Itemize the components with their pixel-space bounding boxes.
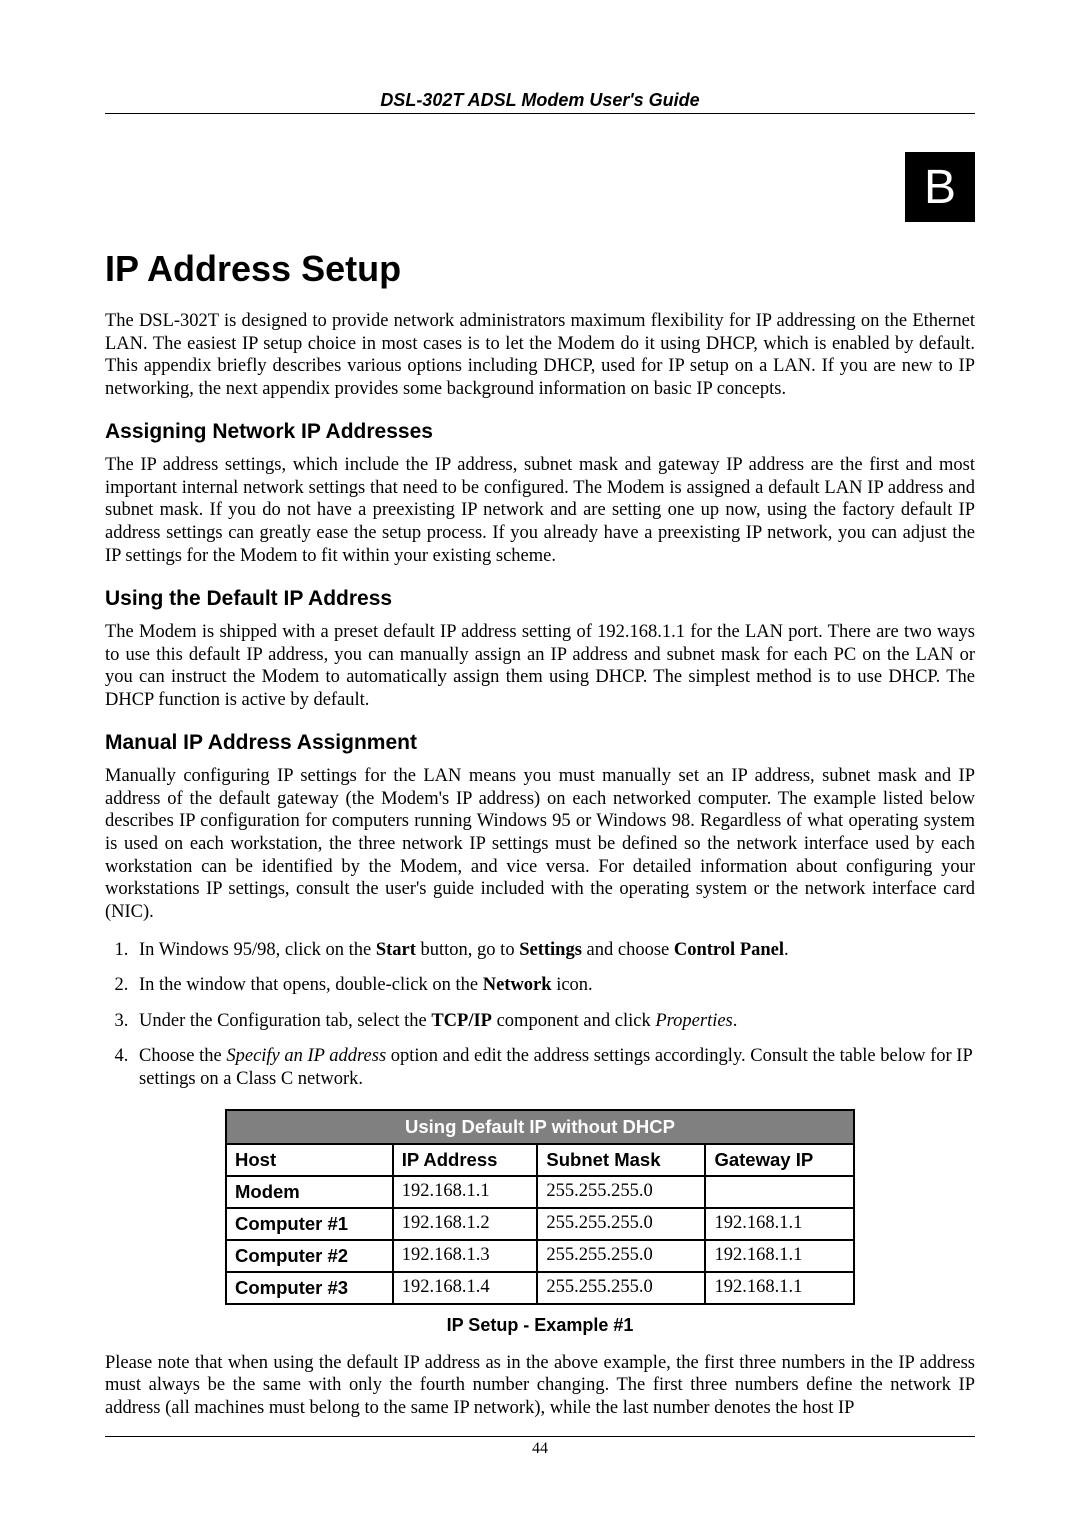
cell-ip: 192.168.1.3 — [393, 1240, 538, 1272]
col-ip: IP Address — [393, 1144, 538, 1176]
closing-paragraph: Please note that when using the default … — [105, 1352, 975, 1420]
table-title-row: Using Default IP without DHCP — [226, 1110, 854, 1144]
step-1-bold-start: Start — [376, 940, 416, 960]
table-column-headers: Host IP Address Subnet Mask Gateway IP — [226, 1144, 854, 1176]
step-2-text-a: In the window that opens, double-click o… — [139, 975, 483, 995]
step-4: Choose the Specify an IP address option … — [133, 1045, 975, 1091]
col-mask: Subnet Mask — [537, 1144, 705, 1176]
cell-mask: 255.255.255.0 — [537, 1208, 705, 1240]
footer-rule: 44 — [105, 1436, 975, 1458]
col-gw: Gateway IP — [705, 1144, 854, 1176]
step-3-text-c: component and click — [492, 1011, 655, 1031]
step-1-text-e: and choose — [582, 940, 674, 960]
step-3-text-e: . — [733, 1011, 738, 1031]
assigning-paragraph: The IP address settings, which include t… — [105, 454, 975, 567]
table-row: Computer #2 192.168.1.3 255.255.255.0 19… — [226, 1240, 854, 1272]
step-1-text-a: In Windows 95/98, click on the — [139, 940, 376, 960]
step-1-bold-controlpanel: Control Panel — [674, 940, 784, 960]
page-title: IP Address Setup — [105, 248, 975, 290]
table-title: Using Default IP without DHCP — [226, 1110, 854, 1144]
cell-host: Modem — [226, 1176, 393, 1208]
ip-table-wrap: Using Default IP without DHCP Host IP Ad… — [105, 1109, 975, 1305]
table-row: Modem 192.168.1.1 255.255.255.0 — [226, 1176, 854, 1208]
step-1: In Windows 95/98, click on the Start but… — [133, 939, 975, 962]
cell-host: Computer #3 — [226, 1272, 393, 1304]
intro-paragraph: The DSL-302T is designed to provide netw… — [105, 310, 975, 400]
table-row: Computer #3 192.168.1.4 255.255.255.0 19… — [226, 1272, 854, 1304]
step-1-bold-settings: Settings — [519, 940, 582, 960]
appendix-badge-wrap: B — [105, 152, 975, 222]
cell-mask: 255.255.255.0 — [537, 1272, 705, 1304]
cell-ip: 192.168.1.2 — [393, 1208, 538, 1240]
step-1-text-c: button, go to — [416, 940, 519, 960]
col-host: Host — [226, 1144, 393, 1176]
step-2: In the window that opens, double-click o… — [133, 974, 975, 997]
header-rule: DSL-302T ADSL Modem User's Guide — [105, 90, 975, 114]
cell-gw: 192.168.1.1 — [705, 1208, 854, 1240]
cell-mask: 255.255.255.0 — [537, 1176, 705, 1208]
page-number: 44 — [532, 1440, 548, 1457]
section-heading-manual: Manual IP Address Assignment — [105, 731, 975, 755]
cell-gw: 192.168.1.1 — [705, 1240, 854, 1272]
steps-list: In Windows 95/98, click on the Start but… — [105, 939, 975, 1091]
cell-host: Computer #1 — [226, 1208, 393, 1240]
step-3-italic-properties: Properties — [655, 1011, 732, 1031]
appendix-badge: B — [905, 152, 975, 222]
cell-ip: 192.168.1.1 — [393, 1176, 538, 1208]
cell-gw: 192.168.1.1 — [705, 1272, 854, 1304]
section-heading-default: Using the Default IP Address — [105, 587, 975, 611]
step-4-text-a: Choose the — [139, 1046, 226, 1066]
cell-mask: 255.255.255.0 — [537, 1240, 705, 1272]
table-caption: IP Setup - Example #1 — [105, 1315, 975, 1336]
table-row: Computer #1 192.168.1.2 255.255.255.0 19… — [226, 1208, 854, 1240]
manual-paragraph: Manually configuring IP settings for the… — [105, 765, 975, 923]
doc-title: DSL-302T ADSL Modem User's Guide — [380, 90, 699, 110]
page: DSL-302T ADSL Modem User's Guide B IP Ad… — [0, 0, 1080, 1518]
ip-table: Using Default IP without DHCP Host IP Ad… — [225, 1109, 855, 1305]
cell-gw — [705, 1176, 854, 1208]
step-1-text-g: . — [784, 940, 789, 960]
cell-host: Computer #2 — [226, 1240, 393, 1272]
default-paragraph: The Modem is shipped with a preset defau… — [105, 621, 975, 711]
section-heading-assigning: Assigning Network IP Addresses — [105, 420, 975, 444]
step-2-text-c: icon. — [552, 975, 593, 995]
cell-ip: 192.168.1.4 — [393, 1272, 538, 1304]
step-4-italic-specify: Specify an IP address — [226, 1046, 386, 1066]
step-3-bold-tcpip: TCP/IP — [431, 1011, 492, 1031]
step-3-text-a: Under the Configuration tab, select the — [139, 1011, 431, 1031]
step-3: Under the Configuration tab, select the … — [133, 1010, 975, 1033]
step-2-bold-network: Network — [483, 975, 552, 995]
